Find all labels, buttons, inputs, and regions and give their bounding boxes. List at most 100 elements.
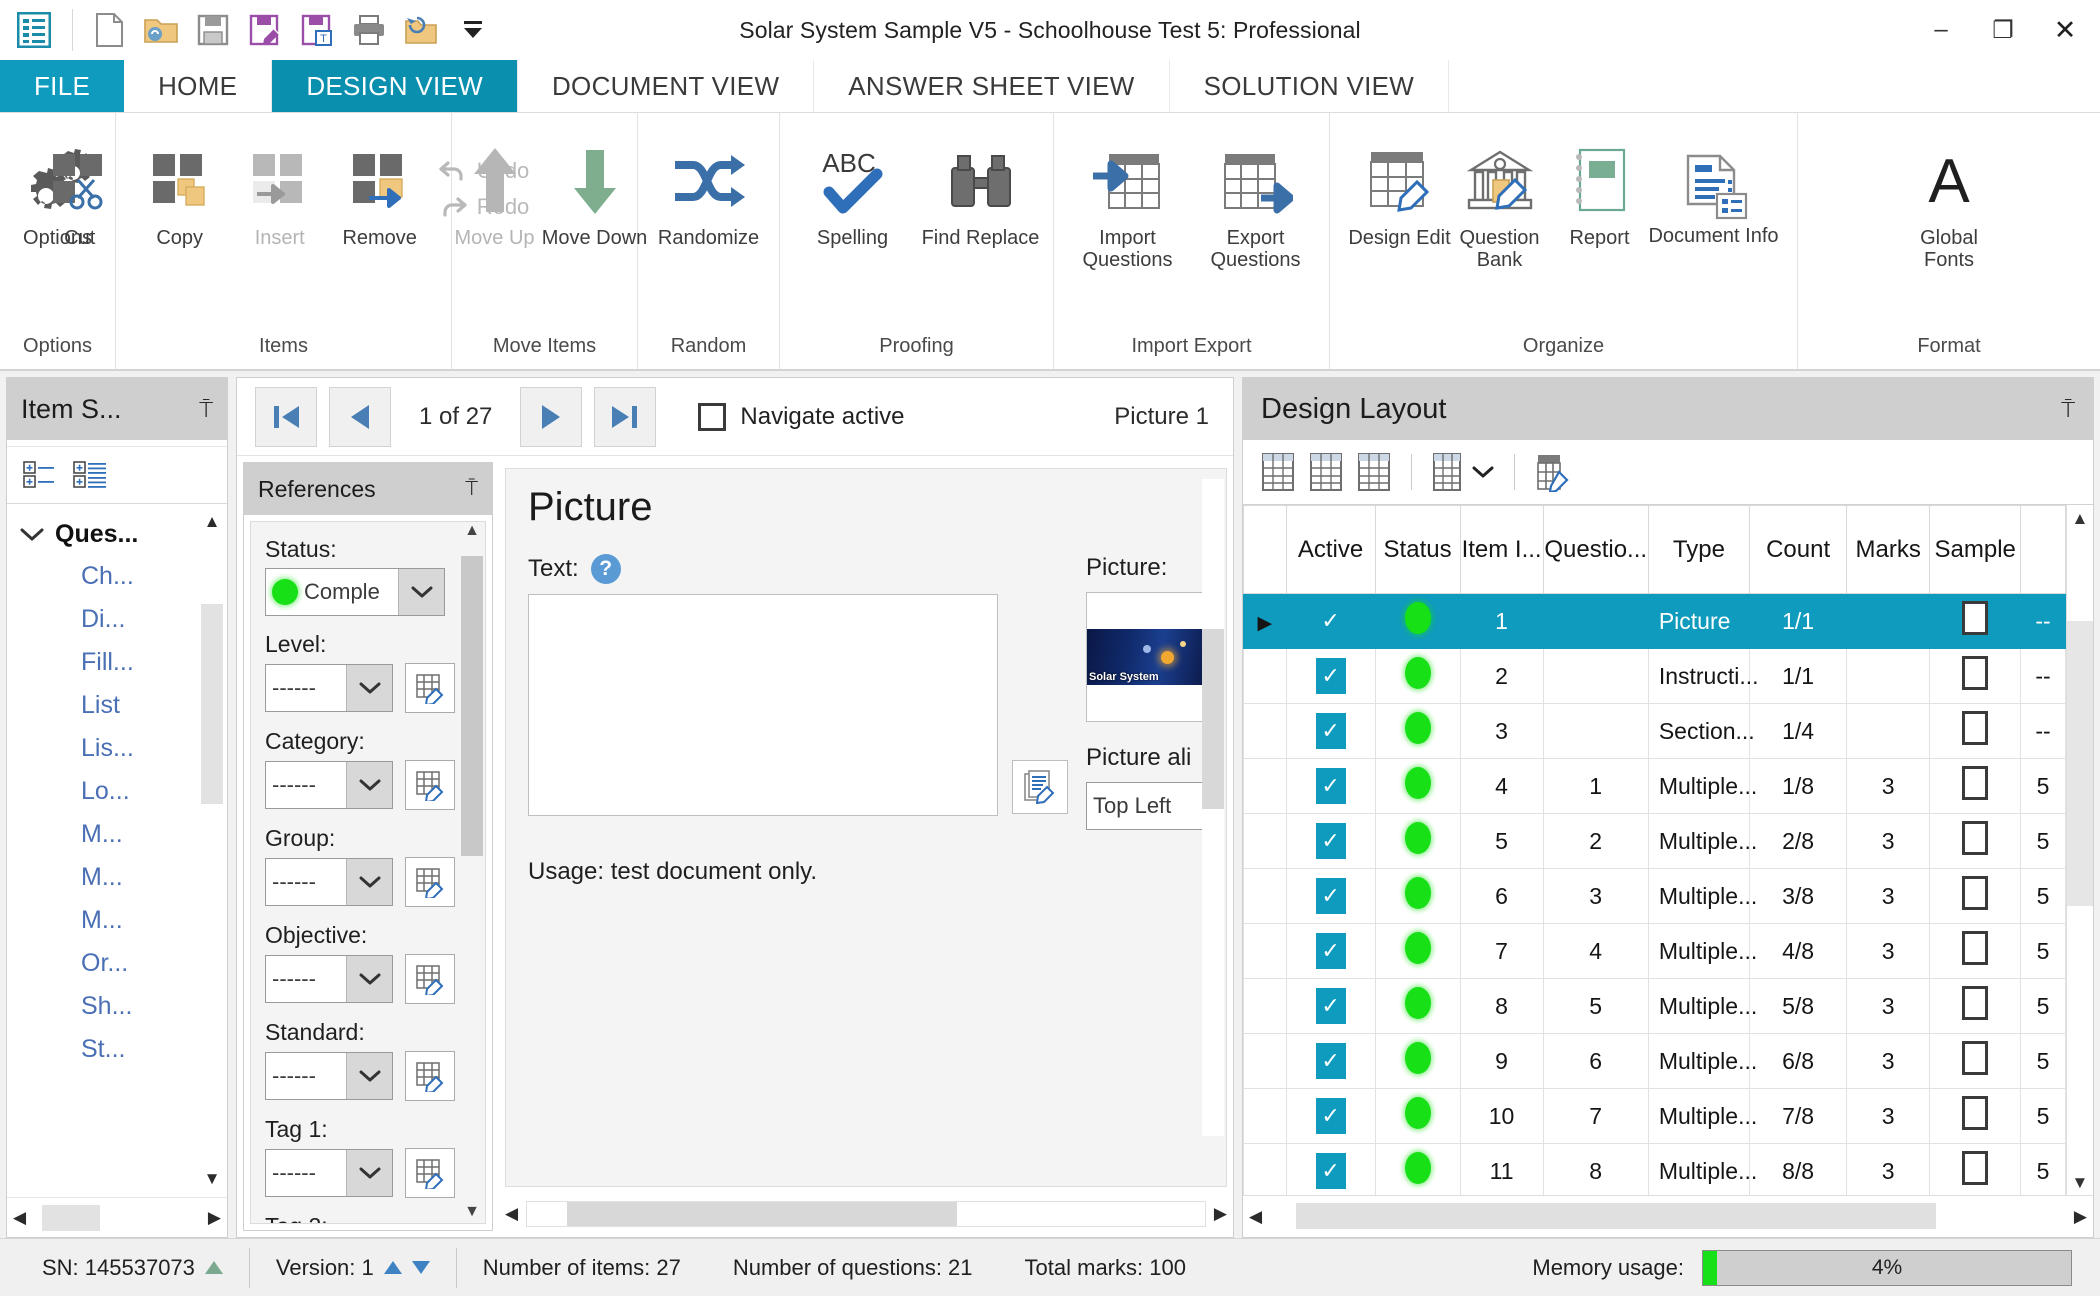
tree-scroll-track[interactable]: [201, 534, 223, 1167]
col-sample[interactable]: Sample: [1929, 505, 2022, 594]
expand-all-icon[interactable]: [73, 460, 107, 490]
grid-scroll-right-icon[interactable]: ▶: [2074, 1207, 2087, 1227]
table-row[interactable]: ▶ ✓ 1 Picture 1/1 --: [1243, 593, 2066, 649]
cell-sample[interactable]: [1929, 813, 2022, 869]
new-document-icon[interactable]: [83, 4, 135, 56]
active-checkbox-icon[interactable]: ✓: [1315, 933, 1346, 969]
chevron-down-icon[interactable]: [19, 526, 45, 544]
status-combo[interactable]: Comple: [265, 568, 445, 616]
tree-item-8[interactable]: M...: [7, 899, 227, 942]
nav-first-button[interactable]: [255, 386, 317, 447]
tree-hscroll-track[interactable]: [34, 1204, 200, 1231]
tab-design-view[interactable]: DESIGN VIEW: [272, 60, 518, 112]
references-vertical-scrollbar[interactable]: ▲ ▼: [459, 522, 485, 1223]
open-folder-icon[interactable]: [135, 4, 187, 56]
version-down-arrow-icon[interactable]: [411, 1261, 430, 1274]
sample-checkbox-icon[interactable]: [1962, 766, 1989, 800]
group-edit-list-button[interactable]: [405, 857, 455, 907]
grid-view-3-icon[interactable]: [1357, 452, 1391, 492]
scroll-right-icon[interactable]: ▶: [208, 1208, 221, 1228]
grid-scroll-up-icon[interactable]: ▲: [2067, 505, 2093, 529]
design-layout-table[interactable]: Active Status Item I... Questio... Type …: [1243, 505, 2066, 1199]
import-questions-button[interactable]: Import Questions: [1064, 129, 1192, 272]
cell-sample[interactable]: [1929, 923, 2022, 979]
cell-sample[interactable]: [1929, 758, 2022, 814]
active-checkbox-icon[interactable]: ✓: [1315, 768, 1346, 804]
table-row[interactable]: ✓ 7 4 Multiple... 4/8 3 5: [1243, 923, 2066, 979]
sample-checkbox-icon[interactable]: [1962, 931, 1989, 965]
grid-horizontal-scrollbar[interactable]: ◀ ▶: [1243, 1195, 2093, 1237]
save-template-icon[interactable]: T: [291, 4, 343, 56]
standard-dropdown-arrow[interactable]: [346, 1053, 392, 1099]
grid-view-dropdown-icon[interactable]: [1432, 452, 1494, 492]
tag1-dropdown-arrow[interactable]: [346, 1150, 392, 1196]
move-up-button[interactable]: Move Up: [445, 129, 545, 249]
table-row[interactable]: ✓ 9 6 Multiple... 6/8 3 5: [1243, 1033, 2066, 1089]
randomize-button[interactable]: Randomize: [645, 129, 773, 249]
active-checkbox-icon[interactable]: ✓: [1315, 988, 1346, 1024]
table-row[interactable]: ✓ 6 3 Multiple... 3/8 3 5: [1243, 868, 2066, 924]
grid-vertical-scrollbar[interactable]: ▲ ▼: [2065, 505, 2093, 1195]
tree-item-11[interactable]: St...: [7, 1028, 227, 1071]
tree-root-questions[interactable]: Ques...: [7, 514, 227, 555]
report-button[interactable]: Report: [1550, 129, 1650, 249]
active-checkbox-icon[interactable]: ✓: [1315, 713, 1346, 749]
nav-last-button[interactable]: [594, 386, 657, 447]
edit-text-icon[interactable]: [1012, 760, 1068, 814]
tree-item-2[interactable]: Fill...: [7, 641, 227, 684]
cell-active[interactable]: ✓: [1285, 868, 1376, 924]
group-dropdown-arrow[interactable]: [346, 859, 392, 905]
move-down-button[interactable]: Move Down: [542, 129, 647, 249]
active-checkbox-icon[interactable]: ✓: [1315, 1043, 1346, 1079]
col-item-id[interactable]: Item I...: [1459, 505, 1544, 594]
category-dropdown-arrow[interactable]: [346, 762, 392, 808]
tag1-edit-list-button[interactable]: [405, 1148, 455, 1198]
tree-item-4[interactable]: Lis...: [7, 727, 227, 770]
global-fonts-button[interactable]: A Global Fonts: [1899, 129, 1999, 272]
objective-combo[interactable]: ------: [265, 955, 393, 1003]
active-checkbox-icon[interactable]: ✓: [1315, 878, 1346, 914]
cell-active[interactable]: ✓: [1285, 978, 1376, 1034]
cell-sample[interactable]: [1929, 703, 2022, 759]
tab-document-view[interactable]: DOCUMENT VIEW: [518, 60, 815, 112]
collapse-all-icon[interactable]: [23, 460, 57, 490]
question-bank-button[interactable]: Question Bank: [1450, 129, 1550, 272]
standard-combo[interactable]: ------: [265, 1052, 393, 1100]
active-checkbox-icon[interactable]: ✓: [1315, 658, 1346, 694]
active-checkbox-icon[interactable]: ✓: [1315, 823, 1346, 859]
scroll-down-icon[interactable]: ▼: [201, 1169, 223, 1189]
maximize-button[interactable]: ❐: [1972, 2, 2034, 58]
editor-horizontal-scrollbar[interactable]: ◀ ▶: [505, 1197, 1227, 1231]
cell-active[interactable]: ✓: [1285, 813, 1376, 869]
tab-solution-view[interactable]: SOLUTION VIEW: [1170, 60, 1450, 112]
editor-vscroll-thumb[interactable]: [1202, 629, 1224, 809]
nav-previous-button[interactable]: [329, 386, 391, 447]
export-questions-button[interactable]: Export Questions: [1192, 129, 1320, 272]
grid-view-2-icon[interactable]: [1309, 452, 1343, 492]
table-row[interactable]: ✓ 8 5 Multiple... 5/8 3 5: [1243, 978, 2066, 1034]
item-selector-tree[interactable]: Ques... Ch... Di... Fill... List Lis... …: [7, 504, 227, 1197]
editor-vertical-scrollbar[interactable]: [1202, 479, 1224, 1136]
col-extra[interactable]: [2020, 505, 2066, 594]
objective-edit-list-button[interactable]: [405, 954, 455, 1004]
sample-checkbox-icon[interactable]: [1962, 711, 1989, 745]
recent-folder-icon[interactable]: [395, 4, 447, 56]
editor-scroll-right-icon[interactable]: ▶: [1214, 1204, 1227, 1224]
grid-scroll-left-icon[interactable]: ◀: [1249, 1207, 1262, 1227]
scroll-left-icon[interactable]: ◀: [13, 1208, 26, 1228]
table-row[interactable]: ✓ 5 2 Multiple... 2/8 3 5: [1243, 813, 2066, 869]
cell-sample[interactable]: [1929, 648, 2022, 704]
col-marks[interactable]: Marks: [1846, 505, 1931, 594]
minimize-button[interactable]: –: [1910, 2, 1972, 58]
tree-hscroll-thumb[interactable]: [42, 1204, 101, 1231]
active-checkbox-icon[interactable]: ✓: [1315, 1153, 1346, 1189]
sample-checkbox-icon[interactable]: [1962, 656, 1989, 690]
tag1-combo[interactable]: ------: [265, 1149, 393, 1197]
navigate-active-checkbox-group[interactable]: Navigate active: [698, 402, 905, 431]
serial-up-arrow-icon[interactable]: [204, 1261, 223, 1274]
grid-scroll-down-icon[interactable]: ▼: [2067, 1173, 2093, 1193]
sample-checkbox-icon[interactable]: [1962, 1096, 1989, 1130]
customize-qat-icon[interactable]: [447, 4, 499, 56]
cell-active[interactable]: ✓: [1285, 648, 1376, 704]
table-row[interactable]: ✓ 10 7 Multiple... 7/8 3 5: [1243, 1088, 2066, 1144]
